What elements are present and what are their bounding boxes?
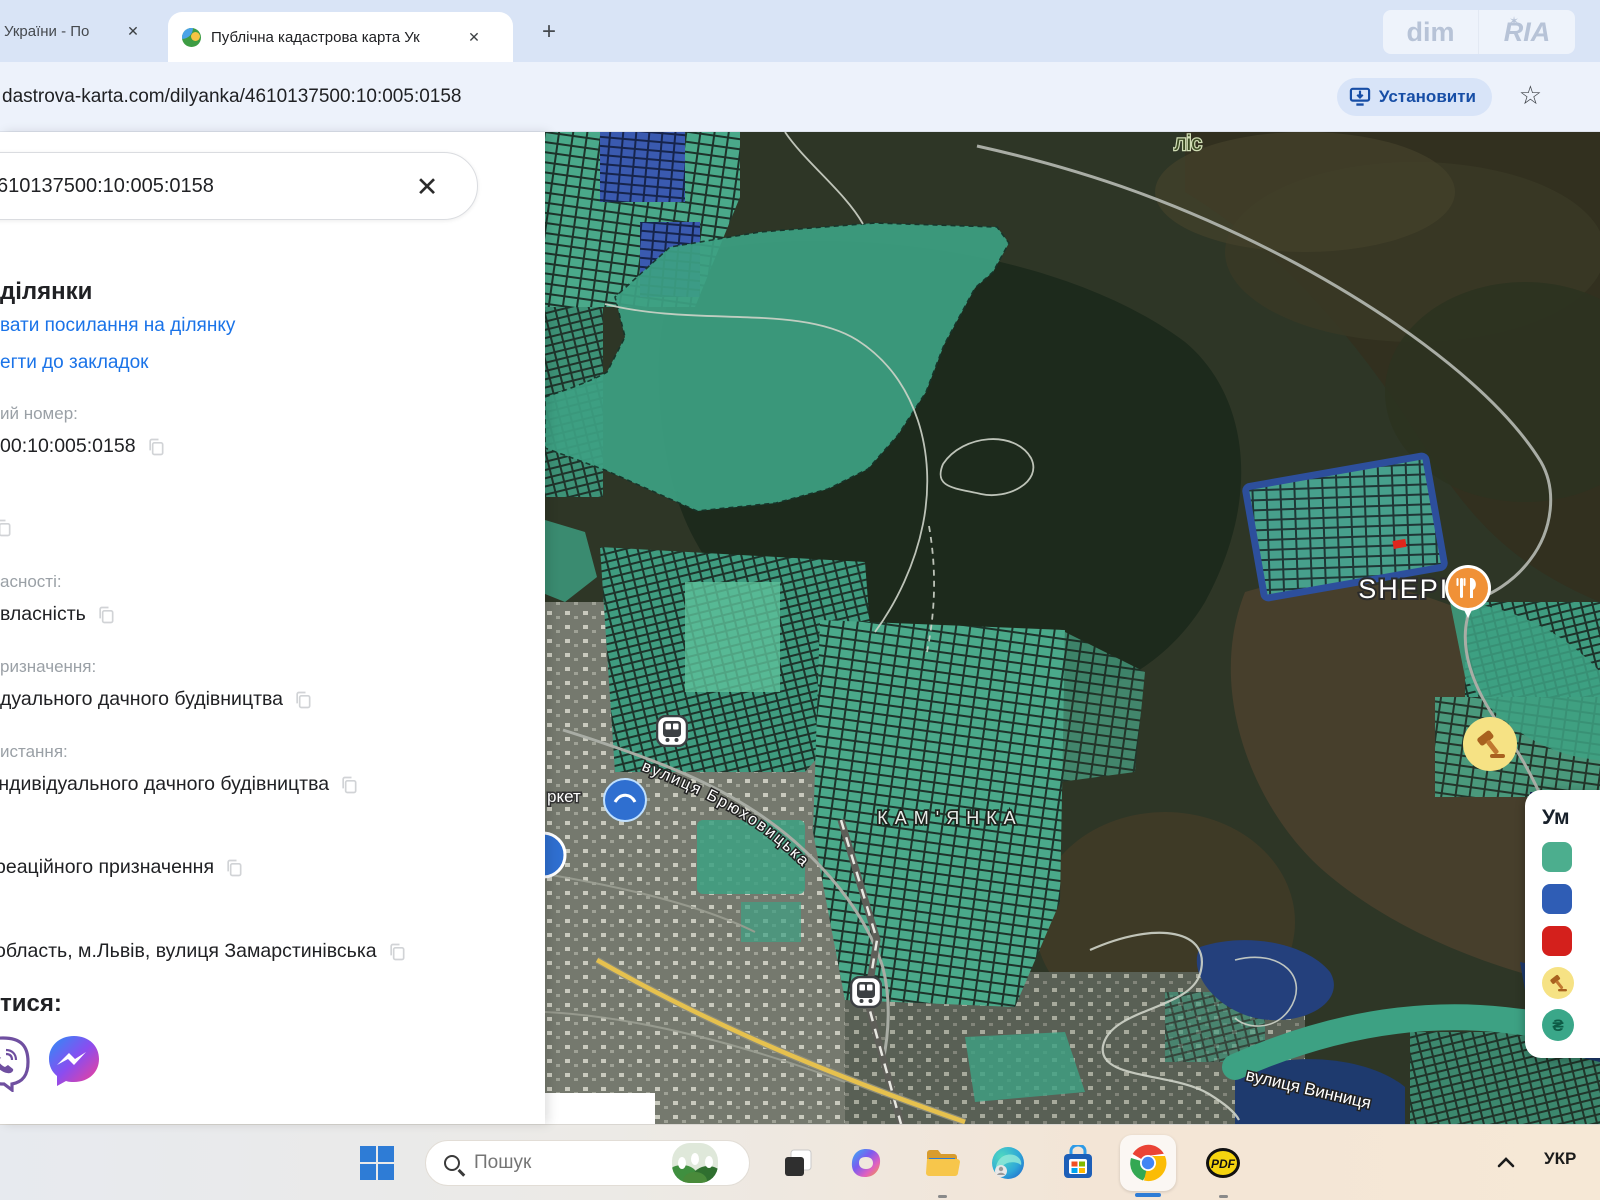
red-swatch xyxy=(1542,926,1572,956)
copilot-button[interactable] xyxy=(846,1143,886,1183)
tab-title: України - По xyxy=(4,23,122,40)
svg-text:₴: ₴ xyxy=(1552,1016,1564,1035)
file-explorer-icon xyxy=(924,1145,960,1181)
market-label: ркет xyxy=(547,787,581,806)
install-icon xyxy=(1349,87,1371,107)
pdf-app-icon: PDF xyxy=(1205,1146,1241,1180)
watermark: dim ✶RIA xyxy=(1383,10,1575,54)
search-icon xyxy=(444,1155,460,1171)
ms-store-button[interactable] xyxy=(1058,1143,1098,1183)
map-corner-panel xyxy=(545,1093,655,1124)
file-explorer-button[interactable] xyxy=(922,1143,962,1183)
chrome-icon xyxy=(1129,1144,1167,1182)
start-button[interactable] xyxy=(357,1143,397,1183)
copy-icon[interactable] xyxy=(96,605,116,625)
active-indicator xyxy=(1135,1193,1161,1197)
search-daily-image[interactable] xyxy=(672,1143,718,1183)
chrome-button[interactable] xyxy=(1120,1135,1176,1191)
star-icon: ✶ xyxy=(1509,14,1519,28)
copy-icon[interactable] xyxy=(387,942,407,962)
copy-icon[interactable] xyxy=(0,518,13,538)
edge-icon xyxy=(990,1145,1026,1181)
satellite-map[interactable]: ліс SHEPIT КАМ'ЯНКА вулиця Брюховицька в… xyxy=(545,132,1600,1124)
parcel-district-blue[interactable] xyxy=(600,132,685,202)
search-input[interactable] xyxy=(0,153,477,219)
tray-chevron-icon[interactable] xyxy=(1494,1151,1518,1175)
tab-active[interactable]: Публічна кадастрова карта Ук ✕ xyxy=(168,12,513,62)
field-value-row: реаційного призначення xyxy=(0,856,244,879)
messenger-icon[interactable] xyxy=(44,1032,104,1092)
copy-icon[interactable] xyxy=(224,858,244,878)
install-button[interactable]: Установити xyxy=(1337,78,1492,116)
contact-heading: тися: xyxy=(0,990,62,1018)
field-value-row xyxy=(0,518,13,538)
section-heading: ділянки xyxy=(0,278,92,306)
railway-station-marker[interactable] xyxy=(657,716,687,746)
tab-title: Публічна кадастрова карта Ук xyxy=(211,29,463,46)
running-indicator xyxy=(1219,1195,1228,1198)
parcel-sidebar: ✕ ділянки вати посилання на ділянку егти… xyxy=(0,132,545,1124)
field-label: асності: xyxy=(0,572,62,592)
poi-marker-blue[interactable] xyxy=(604,779,646,821)
watermark-ria: ✶RIA xyxy=(1479,10,1575,54)
taskbar-search[interactable] xyxy=(425,1140,750,1186)
page-content: ✕ ділянки вати посилання на ділянку егти… xyxy=(0,132,1600,1124)
bookmark-star-icon[interactable]: ☆ xyxy=(1519,80,1542,111)
windows-logo-icon xyxy=(360,1146,394,1180)
cadastral-search[interactable]: ✕ xyxy=(0,152,478,220)
copy-icon[interactable] xyxy=(146,437,166,457)
field-label: ризначення: xyxy=(0,657,96,677)
green-swatch xyxy=(1542,842,1572,872)
copy-icon[interactable] xyxy=(339,775,359,795)
tab-inactive[interactable]: України - По ✕ xyxy=(0,0,144,62)
bookmark-link[interactable]: егти до закладок xyxy=(0,352,148,374)
map-legend: Ум ₴ xyxy=(1525,790,1600,1058)
screen: України - По ✕ Публічна кадастрова карта… xyxy=(0,0,1600,1200)
watermark-dim: dim xyxy=(1383,10,1479,54)
blue-swatch xyxy=(1542,884,1572,914)
viber-icon[interactable] xyxy=(0,1034,32,1092)
field-label: ий номер: xyxy=(0,404,78,424)
field-label: истання: xyxy=(0,742,68,762)
taskbar-search-input[interactable] xyxy=(472,1151,672,1175)
field-value-row: 00:10:005:0158 xyxy=(0,435,166,458)
auction-marker[interactable] xyxy=(1463,717,1517,771)
browser-tabstrip: України - По ✕ Публічна кадастрова карта… xyxy=(0,0,1600,62)
browser-urlbar[interactable]: dastrova-karta.com/dilyanka/4610137500:1… xyxy=(0,62,1600,132)
running-indicator xyxy=(938,1195,947,1198)
field-value-row: область, м.Львів, вулиця Замарстинівська xyxy=(0,940,407,963)
forest-label: ліс xyxy=(1174,132,1201,155)
new-tab-button[interactable]: + xyxy=(532,15,566,49)
railway-station-marker[interactable] xyxy=(851,977,881,1007)
legend-item-price: ₴ xyxy=(1542,1009,1600,1040)
pdf-app-button[interactable]: PDF xyxy=(1203,1143,1243,1183)
legend-item-red xyxy=(1542,925,1600,956)
language-indicator[interactable]: УКР xyxy=(1544,1149,1576,1169)
tab-close-icon[interactable]: ✕ xyxy=(122,20,144,42)
copy-icon[interactable] xyxy=(293,690,313,710)
field-value-row: власність xyxy=(0,603,116,626)
tab-close-icon[interactable]: ✕ xyxy=(463,26,485,48)
taskbar: PDF УКР xyxy=(0,1124,1600,1200)
url-text[interactable]: dastrova-karta.com/dilyanka/4610137500:1… xyxy=(2,62,462,132)
copy-parcel-link[interactable]: вати посилання на ділянку xyxy=(0,315,235,337)
task-view-button[interactable] xyxy=(778,1143,818,1183)
site-favicon-icon xyxy=(182,28,201,47)
district-label: КАМ'ЯНКА xyxy=(877,808,1022,828)
map-canvas[interactable]: ліс SHEPIT КАМ'ЯНКА вулиця Брюховицька в… xyxy=(545,132,1600,1124)
edge-button[interactable] xyxy=(988,1143,1028,1183)
legend-item-auction xyxy=(1542,967,1600,998)
svg-text:PDF: PDF xyxy=(1211,1157,1236,1171)
legend-item-green xyxy=(1542,841,1600,872)
clear-search-icon[interactable]: ✕ xyxy=(409,169,445,205)
task-view-icon xyxy=(782,1147,814,1179)
ms-store-icon xyxy=(1060,1145,1096,1181)
field-value-row: індивідуального дачного будівництва xyxy=(0,773,359,796)
legend-item-blue xyxy=(1542,883,1600,914)
field-value-row: дуального дачного будівництва xyxy=(0,688,313,711)
legend-title: Ум xyxy=(1542,806,1600,830)
copilot-icon xyxy=(848,1145,884,1181)
